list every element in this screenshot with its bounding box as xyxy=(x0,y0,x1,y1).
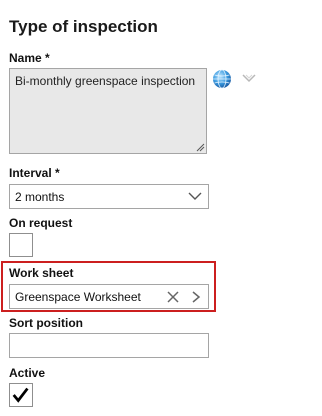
on-request-checkbox[interactable] xyxy=(9,233,33,257)
globe-icon[interactable] xyxy=(212,69,232,89)
chevron-down-icon xyxy=(188,192,202,200)
chevron-down-icon[interactable] xyxy=(240,71,258,85)
page-title: Type of inspection xyxy=(9,17,158,36)
active-label: Active xyxy=(9,366,46,380)
close-icon[interactable] xyxy=(167,291,179,303)
name-value: Bi-monthly greenspace inspection xyxy=(15,74,196,88)
work-sheet-label: Work sheet xyxy=(9,266,74,280)
on-request-label: On request xyxy=(9,216,73,230)
resize-grip-icon[interactable] xyxy=(196,143,205,152)
interval-select[interactable]: 2 months xyxy=(9,184,209,209)
sort-position-label: Sort position xyxy=(9,316,83,330)
active-checkbox[interactable] xyxy=(9,383,33,407)
work-sheet-value: Greenspace Worksheet xyxy=(15,290,141,304)
interval-label: Interval * xyxy=(9,166,60,180)
sort-position-input[interactable] xyxy=(9,333,209,358)
name-field[interactable]: Bi-monthly greenspace inspection xyxy=(9,68,207,154)
checkmark-icon xyxy=(12,387,29,403)
interval-value: 2 months xyxy=(15,190,65,204)
chevron-right-icon[interactable] xyxy=(191,291,201,303)
name-label: Name * xyxy=(9,51,50,65)
work-sheet-lookup[interactable]: Greenspace Worksheet xyxy=(9,284,209,309)
